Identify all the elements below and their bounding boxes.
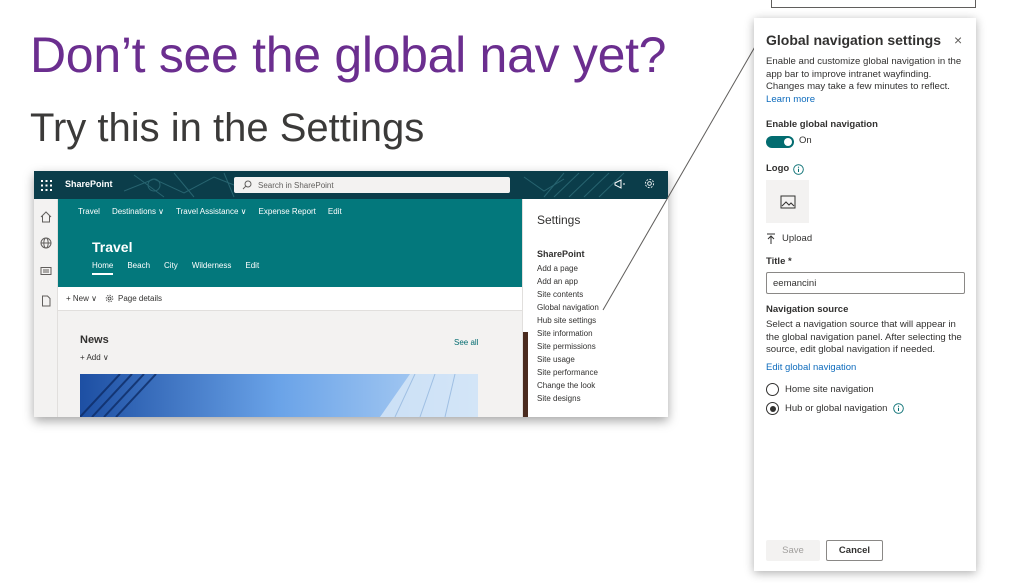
navigation-source-description: Select a navigation source that will app…: [766, 319, 962, 355]
edit-global-navigation-link[interactable]: Edit global navigation: [766, 362, 856, 373]
sharepoint-brand[interactable]: SharePoint: [65, 179, 113, 189]
page-details-button[interactable]: Page details: [118, 294, 162, 303]
panel-description-text: Enable and customize global navigation i…: [766, 56, 962, 92]
site-nav-item[interactable]: City: [164, 261, 178, 275]
settings-item-global-navigation[interactable]: Global navigation: [537, 301, 599, 314]
site-nav-item[interactable]: Beach: [127, 261, 150, 275]
site-navigation: Home Beach City Wilderness Edit: [92, 261, 259, 275]
news-see-all-link[interactable]: See all: [454, 338, 478, 347]
settings-item[interactable]: Site contents: [537, 288, 599, 301]
settings-item[interactable]: Site information: [537, 327, 599, 340]
info-icon[interactable]: [893, 403, 905, 414]
new-button[interactable]: + New ∨: [66, 294, 97, 303]
upload-button[interactable]: Upload: [766, 233, 812, 244]
radio-label: Home site navigation: [785, 384, 874, 395]
command-bar: + New ∨ Page details: [58, 287, 532, 311]
hub-nav-item[interactable]: Edit: [328, 207, 342, 216]
site-nav-item[interactable]: Edit: [245, 261, 259, 275]
home-icon[interactable]: [40, 211, 52, 223]
image-icon: [780, 195, 795, 208]
globe-icon[interactable]: [40, 237, 52, 249]
settings-item[interactable]: Hub site settings: [537, 314, 599, 327]
clipped-search-box: [771, 0, 976, 8]
sharepoint-screenshot: SharePoint Search in SharePoint Travel D…: [34, 171, 668, 417]
suite-bar-icons: [604, 175, 664, 195]
site-nav-item[interactable]: Wilderness: [192, 261, 232, 275]
learn-more-link[interactable]: Learn more: [766, 94, 815, 105]
save-button[interactable]: Save: [766, 540, 820, 561]
settings-item[interactable]: Add an app: [537, 275, 599, 288]
search-placeholder: Search in SharePoint: [258, 180, 334, 190]
radio-button[interactable]: [766, 383, 779, 396]
upload-icon: [767, 233, 775, 244]
gear-icon: [105, 294, 114, 303]
megaphone-icon[interactable]: [614, 178, 625, 192]
hub-nav-item[interactable]: Travel Assistance ∨: [176, 207, 246, 216]
settings-item[interactable]: Site permissions: [537, 340, 599, 353]
site-nav-item[interactable]: Home: [92, 261, 114, 275]
enable-global-navigation-label: Enable global navigation: [766, 119, 878, 130]
hub-navigation: Travel Destinations ∨ Travel Assistance …: [58, 199, 532, 223]
global-navigation-settings-panel: Global navigation settings × Enable and …: [754, 18, 976, 571]
toggle-knob: [784, 138, 792, 146]
cancel-button[interactable]: Cancel: [826, 540, 883, 561]
news-title: News: [80, 334, 109, 346]
site-header: Travel Home Beach City Wilderness Edit: [58, 223, 532, 287]
news-webpart: News + Add ∨ See all: [58, 311, 532, 417]
panel-title: Global navigation settings: [766, 32, 942, 48]
gear-icon[interactable]: [644, 178, 655, 192]
slide-subhead: Try this in the Settings: [30, 106, 425, 150]
logo-preview[interactable]: [766, 180, 809, 223]
navigation-source-label: Navigation source: [766, 304, 849, 315]
suite-bar: SharePoint Search in SharePoint: [34, 171, 668, 199]
settings-section-heading: SharePoint: [537, 249, 585, 259]
settings-item[interactable]: Site designs: [537, 392, 599, 405]
title-field-label: Title *: [766, 256, 792, 267]
radio-hub-or-global-navigation[interactable]: Hub or global navigation: [766, 402, 905, 415]
toggle-state-text: On: [799, 135, 812, 146]
file-icon[interactable]: [40, 295, 52, 307]
hub-nav-item[interactable]: Expense Report: [259, 207, 316, 216]
news-icon[interactable]: [40, 265, 52, 277]
news-image[interactable]: [80, 374, 478, 417]
site-title[interactable]: Travel: [92, 239, 132, 255]
background-image-strip: [523, 332, 528, 417]
logo-label: Logo: [766, 163, 790, 174]
info-icon[interactable]: [793, 164, 804, 175]
news-add-button[interactable]: + Add ∨: [80, 353, 109, 362]
hub-nav-item[interactable]: Destinations ∨: [112, 207, 164, 216]
title-input[interactable]: [766, 272, 965, 294]
radio-button-selected[interactable]: [766, 402, 779, 415]
settings-list: Add a page Add an app Site contents Glob…: [537, 262, 599, 405]
close-icon[interactable]: ×: [954, 33, 962, 47]
search-box[interactable]: Search in SharePoint: [234, 177, 510, 193]
settings-item[interactable]: Change the look: [537, 379, 599, 392]
enable-global-navigation-toggle[interactable]: [766, 136, 794, 148]
app-bar: [34, 199, 58, 417]
hub-nav-item[interactable]: Travel: [78, 207, 100, 216]
radio-label: Hub or global navigation: [785, 403, 888, 414]
settings-item[interactable]: Site usage: [537, 353, 599, 366]
panel-description: Enable and customize global navigation i…: [766, 56, 966, 106]
upload-label: Upload: [782, 233, 813, 244]
app-launcher-icon[interactable]: [34, 171, 58, 199]
search-icon: [242, 180, 252, 190]
settings-item[interactable]: Site performance: [537, 366, 599, 379]
settings-title: Settings: [537, 213, 581, 227]
radio-home-site-navigation[interactable]: Home site navigation: [766, 383, 874, 396]
settings-item[interactable]: Add a page: [537, 262, 599, 275]
slide-headline: Don’t see the global nav yet?: [30, 27, 667, 83]
settings-pane: Settings SharePoint Add a page Add an ap…: [522, 199, 668, 417]
